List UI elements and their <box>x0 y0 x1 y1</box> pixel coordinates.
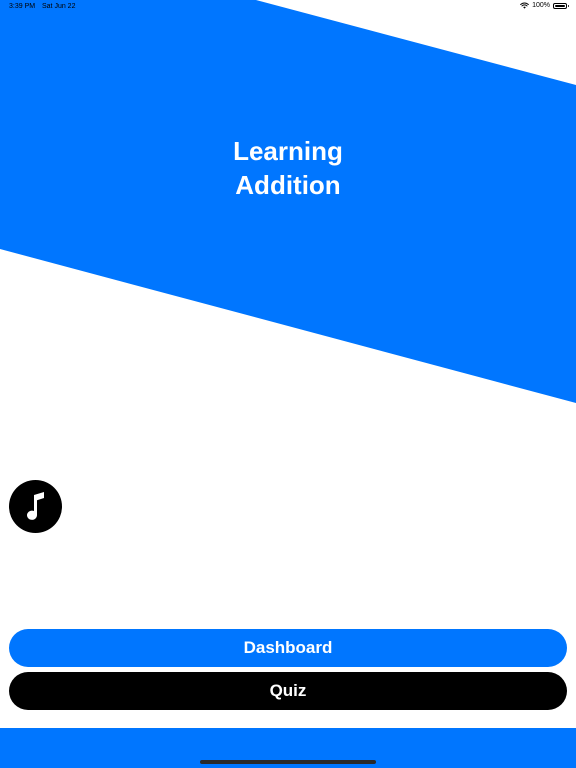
wifi-icon <box>520 2 529 9</box>
home-indicator[interactable] <box>200 760 376 764</box>
status-bar: 3:39 PM Sat Jun 22 100% <box>0 0 576 14</box>
status-date: Sat Jun 22 <box>42 3 76 10</box>
battery-fill <box>555 4 565 7</box>
quiz-button[interactable]: Quiz <box>9 672 567 710</box>
page-title: Learning Addition <box>0 134 576 202</box>
battery-percent: 100% <box>532 2 550 9</box>
status-time: 3:39 PM <box>9 3 36 10</box>
status-indicators: 100% <box>520 2 569 9</box>
music-note-icon <box>26 491 44 520</box>
dashboard-button[interactable]: Dashboard <box>9 629 567 667</box>
battery-icon <box>553 2 569 9</box>
title-line-1: Learning <box>233 136 343 166</box>
title-line-2: Addition <box>235 170 341 200</box>
music-toggle-button[interactable] <box>9 480 62 533</box>
